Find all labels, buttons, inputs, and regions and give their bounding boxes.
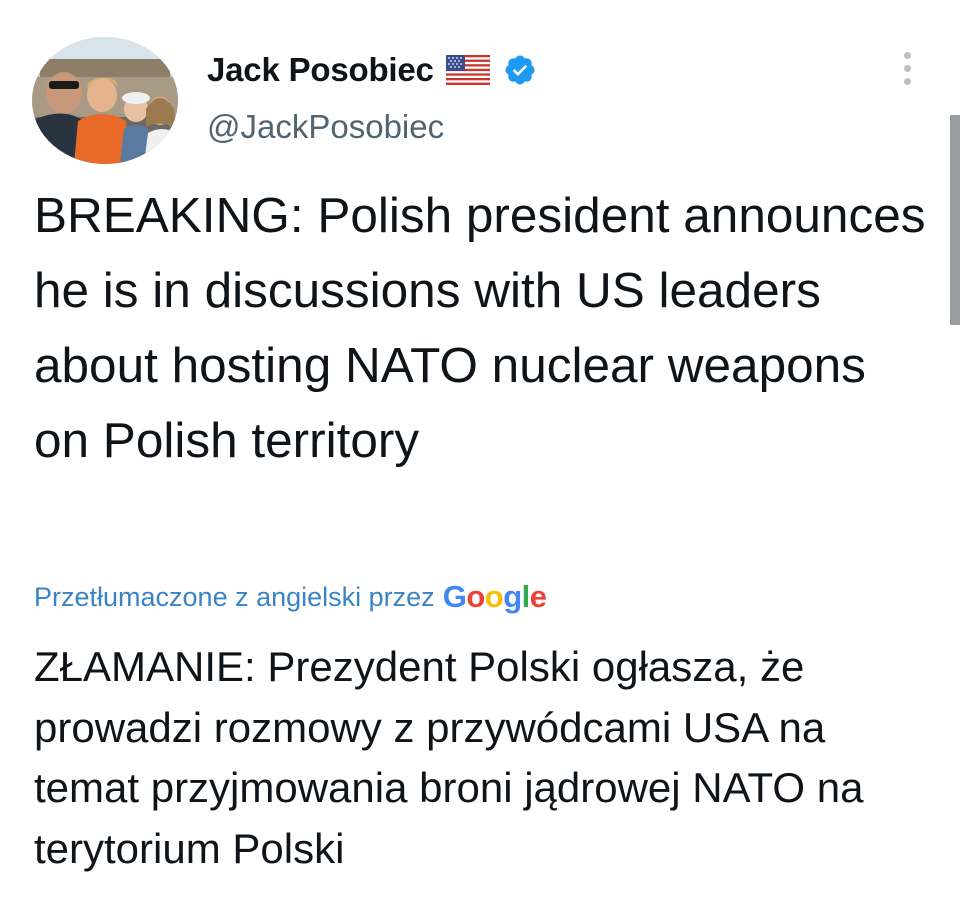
more-dot [903, 77, 911, 85]
scrollbar[interactable] [950, 115, 960, 325]
author-handle[interactable]: @JackPosobiec [207, 108, 444, 146]
translated-tweet-text: ZŁAMANIE: Prezydent Polski ogłasza, że p… [34, 643, 864, 872]
more-options-icon[interactable] [893, 48, 921, 88]
more-dot [903, 51, 911, 59]
us-flag-icon [445, 54, 491, 86]
avatar-photo [32, 37, 178, 164]
avatar[interactable] [32, 37, 178, 164]
more-dot [903, 64, 911, 72]
tweet-text: BREAKING: Polish president announces he … [34, 188, 926, 468]
author-name-row: Jack Posobiec [207, 50, 537, 90]
verified-badge-icon [503, 53, 537, 87]
translated-by-label[interactable]: Przetłumaczone z angielski przez [34, 582, 435, 613]
author-display-name[interactable]: Jack Posobiec [207, 51, 434, 89]
tweet-card: Jack Posobiec @JackPosobiec BREAKING: Po… [0, 0, 960, 908]
google-logo: Google [442, 579, 547, 614]
translation-attribution: Przetłumaczone z angielski przez Google [34, 575, 547, 619]
